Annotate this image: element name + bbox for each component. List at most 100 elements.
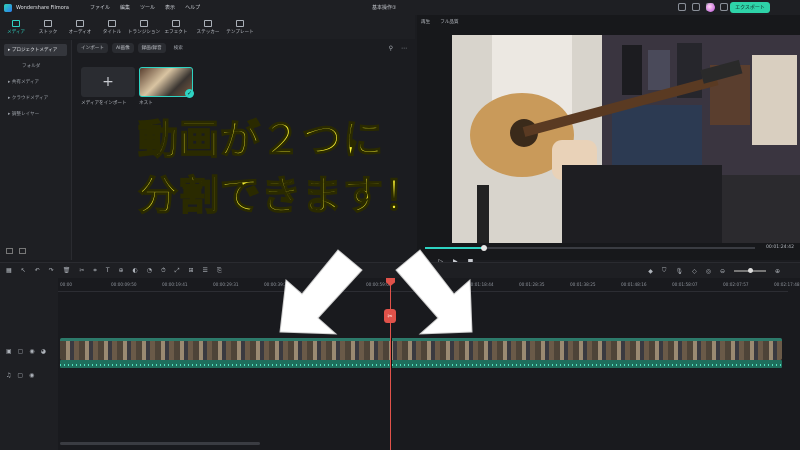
sidebar-item[interactable]: フォルダ [4,60,67,72]
sidebar-item[interactable]: ▸ プロジェクトメディア [4,44,67,56]
scissors-icon[interactable]: ✂ [384,309,396,323]
media-sidebar: ▸ プロジェクトメディア フォルダ ▸ 共有メディア ▸ クラウドメディア ▸ 調整レイ… [0,40,72,260]
filter-icon[interactable]: ⚲ [389,45,393,52]
zoom-icon[interactable]: ⊕ [118,267,123,274]
marker-icon[interactable]: ◆ [648,268,653,275]
ruler-tick-label: 00:01:28:35 [519,282,545,287]
search-input[interactable]: 検索 [174,45,183,51]
lock-icon[interactable]: ▢ [18,348,24,355]
import-dropdown[interactable]: インポート [77,43,108,53]
menu-file[interactable]: ファイル [90,4,110,11]
player-header: 再生 フル品質 [421,19,459,25]
grid-icon[interactable] [720,3,728,11]
tab-media[interactable]: メディア [0,15,32,39]
filmora-logo-icon [4,3,12,12]
menu-view[interactable]: 表示 [165,4,175,11]
mute-icon[interactable]: ◉ [29,348,34,355]
speed-icon[interactable]: ◔ [147,267,152,274]
crop-icon[interactable]: ⌗ [93,267,96,275]
tab-text[interactable]: タイトル [96,15,128,39]
monitor-icon[interactable] [678,3,686,11]
avatar[interactable] [706,3,715,12]
check-icon: ✓ [185,89,194,98]
video-track-controls: ▣ ▢ ◉ ◕ [6,348,46,355]
import-media-tile[interactable]: + [81,67,135,97]
split-screen-icon[interactable]: ⊞ [189,267,194,274]
more-icon[interactable]: ⋯ [401,45,407,52]
sidebar-item[interactable]: ▸ 調整レイヤー [4,108,67,120]
sticker-icon [204,19,212,27]
audio-mute-icon[interactable]: ◉ [29,372,34,379]
fit-icon[interactable]: ⤢ [175,267,180,275]
keyframe-icon[interactable]: ◇ [692,268,697,275]
progress-knob[interactable] [481,245,487,251]
sidebar-item[interactable]: ▸ 共有メディア [4,76,67,88]
ai-image-button[interactable]: AI画像 [111,43,134,53]
playback-progress[interactable] [425,245,755,251]
zoom-in-icon[interactable]: ⊕ [775,268,780,275]
timeline-toolbar: ▦ ↖ ↶ ↷ 🗑 ✂ ⌗ T ⊕ ◐ ◔ ⏱ ⤢ ⊞ ☰ ⎘ ◆ ⛉ 🎙 ◇ … [0,262,800,278]
tab-music[interactable]: オーディオ [64,15,96,39]
feature-tabs: メディア ストック オーディオ タイトル トランジション エフェクト ステッカー テンプレート [0,15,415,39]
audio-clip[interactable] [60,360,782,368]
select-icon[interactable]: ↖ [21,267,26,274]
adjust-icon[interactable]: ☰ [203,267,208,274]
folder-icon[interactable] [19,248,26,254]
video-frame-guitarist [452,35,800,243]
ruler-tick-label: 00:00 [60,282,73,287]
eye-icon[interactable]: ◕ [41,348,46,355]
delete-icon[interactable]: 🗑 [63,267,71,274]
detach-icon[interactable]: ⎘ [217,267,222,275]
tab-effect[interactable]: エフェクト [160,15,192,39]
color-icon[interactable]: ◐ [133,267,138,274]
layout-icon[interactable]: ▦ [6,267,12,274]
sidebar-item[interactable]: ▸ クラウドメディア [4,92,67,104]
player-tab[interactable]: 再生 [421,19,430,25]
timeline-ruler[interactable]: 00:00 00:00:09:50 00:00:19:41 00:00:29:31 00… [58,278,800,292]
zoom-out-icon[interactable]: ⊖ [720,268,725,275]
video-clip[interactable] [60,338,782,360]
tab-stock[interactable]: ストック [32,15,64,39]
media-toolbar: インポート AI画像 録画/録音 検索 [77,43,183,53]
menu-tools[interactable]: ツール [140,4,155,11]
text-icon[interactable]: T [106,267,110,274]
ruler-tick-label: 00:01:08:53 [417,282,443,287]
snap-icon[interactable]: ◎ [706,268,711,275]
undo-icon[interactable]: ↶ [35,267,40,274]
ruler-tick-label: 00:01:38:25 [570,282,596,287]
new-folder-icon[interactable] [6,248,13,254]
record-dropdown[interactable]: 録画/録音 [137,43,166,53]
ruler-tick-label: 00:02:07:57 [723,282,749,287]
track-headers: ▣ ▢ ◉ ◕ ♫ ▢ ◉ [0,278,58,450]
audio-lock-icon[interactable]: ▢ [17,372,23,379]
quality-dropdown[interactable]: フル品質 [440,19,458,25]
redo-icon[interactable]: ↷ [49,267,54,274]
media-clip-thumbnail[interactable]: ✓ [139,67,194,98]
shield-icon[interactable]: ⛉ [662,267,667,275]
menu-edit[interactable]: 編集 [120,4,130,11]
export-button[interactable]: エクスポート [730,2,770,13]
ruler-tick-label: 00:00:39:22 [264,282,290,287]
sidebar-bottom-tools [6,248,26,254]
tab-template[interactable]: テンプレート [224,15,256,39]
zoom-slider[interactable] [733,268,766,273]
project-title: 基本操作① [372,5,397,11]
tab-transition[interactable]: トランジション [128,15,160,39]
video-track-icon: ▣ [6,348,12,355]
timeline-scrollbar[interactable] [60,442,260,445]
transition-icon [140,19,148,27]
audio-track-icon: ♫ [6,372,12,379]
player-controls: 00:01:24:42 [421,244,800,259]
ruler-tick-label: 00:00:19:41 [162,282,188,287]
tab-sticker[interactable]: ステッカー [192,15,224,39]
cut-icon[interactable]: ✂ [79,267,84,274]
ruler-tick-label: 00:01:18:44 [468,282,494,287]
playhead[interactable] [390,278,391,450]
cloud-icon[interactable] [692,3,700,11]
menu-help[interactable]: ヘルプ [185,4,200,11]
mic-icon[interactable]: 🎙 [675,268,683,275]
menu-bar: ファイル 編集 ツール 表示 ヘルプ [90,4,200,11]
video-preview[interactable] [452,35,800,243]
timer-icon[interactable]: ⏱ [161,267,166,275]
caption-line-1: 動画が２つに [137,116,384,164]
